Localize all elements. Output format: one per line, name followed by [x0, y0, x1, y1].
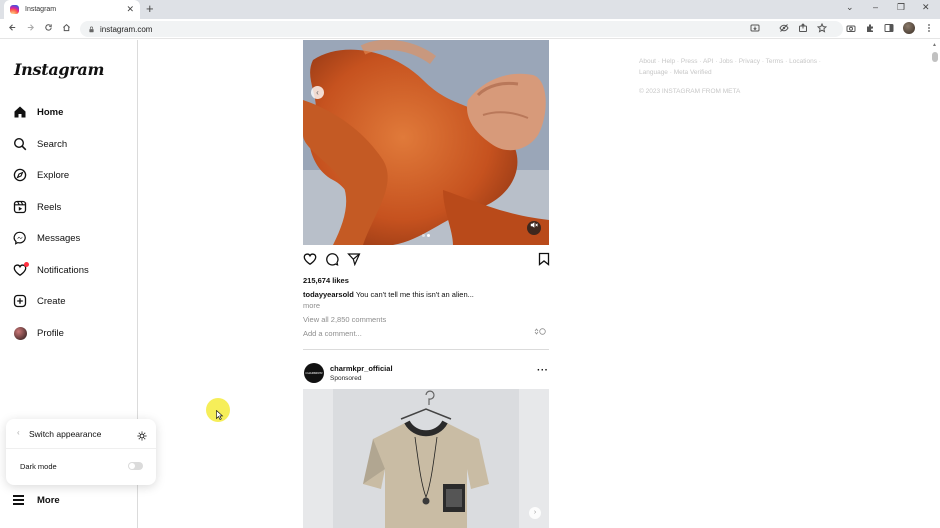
caption-text: You can't tell me this isn't an alien...: [355, 290, 474, 299]
scrollbar-thumb[interactable]: [932, 52, 938, 62]
toolbar-actions: [750, 22, 934, 34]
browser-tab-bar: Instagram ✕ + ⌄ – ❐ ✕: [0, 0, 940, 19]
emoji-icon[interactable]: [534, 328, 546, 337]
carousel-next-button[interactable]: ›: [529, 507, 541, 519]
tab-close-icon[interactable]: ✕: [126, 4, 134, 15]
notification-dot: [24, 262, 29, 267]
carousel-prev-button[interactable]: ‹: [311, 86, 324, 99]
sidebar-item-create[interactable]: Create: [13, 291, 66, 311]
more-options-icon[interactable]: ···: [537, 365, 549, 376]
forward-arrow-icon[interactable]: [21, 23, 39, 35]
caption-username[interactable]: todayyearsold: [303, 290, 354, 299]
more-label: More: [37, 494, 60, 506]
more-menu-button[interactable]: More: [13, 493, 60, 507]
caption-more-link[interactable]: more: [303, 301, 320, 310]
sidebar-item-search[interactable]: Search: [13, 134, 67, 154]
sidebar-item-label: Create: [37, 295, 66, 307]
tshirt-photo: [303, 389, 549, 528]
sidebar-item-home[interactable]: Home: [13, 102, 63, 122]
ad-avatar[interactable]: CHARMKPR: [304, 363, 324, 383]
camera-icon[interactable]: [846, 23, 856, 33]
post-actions: [303, 252, 552, 268]
chevron-left-icon[interactable]: ‹: [17, 428, 20, 437]
comment-icon[interactable]: [325, 252, 339, 266]
avatar: [13, 326, 27, 340]
bookmark-star-icon[interactable]: [816, 22, 828, 33]
save-bookmark-icon[interactable]: [538, 252, 552, 266]
ad-username[interactable]: charmkpr_official: [330, 364, 393, 373]
footer-copyright: © 2023 INSTAGRAM FROM META: [639, 88, 741, 95]
post-divider: [303, 349, 549, 350]
sidebar-item-reels[interactable]: Reels: [13, 197, 61, 217]
site-info-icon[interactable]: [88, 26, 95, 33]
kebab-menu-icon[interactable]: [924, 23, 934, 33]
mouse-cursor-icon: [216, 407, 224, 420]
tab-title: Instagram: [25, 6, 57, 13]
switch-appearance-popup: ‹ Switch appearance Dark mode: [6, 419, 156, 485]
extensions-icon[interactable]: [865, 23, 875, 33]
sidebar-item-explore[interactable]: Explore: [13, 165, 69, 185]
minimize-button[interactable]: –: [873, 2, 878, 12]
search-icon: [13, 137, 27, 151]
hamburger-icon: [13, 493, 27, 507]
address-bar[interactable]: instagram.com: [80, 21, 843, 37]
sidebar-item-label: Notifications: [37, 264, 89, 276]
profile-avatar-browser[interactable]: [903, 22, 915, 34]
share-send-icon[interactable]: [347, 252, 361, 267]
sidebar-item-label: Reels: [37, 201, 62, 213]
dark-mode-toggle[interactable]: [128, 462, 143, 470]
new-tab-button[interactable]: +: [146, 1, 154, 16]
audio-muted-icon[interactable]: [527, 221, 541, 235]
plus-square-icon: [13, 294, 27, 308]
footer-links[interactable]: About · Help · Press · API · Jobs · Priv…: [639, 56, 829, 78]
share-icon[interactable]: [798, 23, 808, 33]
post-image-octopus[interactable]: ‹: [303, 40, 549, 245]
eye-off-icon[interactable]: [779, 23, 789, 33]
home-icon: [13, 105, 27, 119]
comment-input[interactable]: Add a comment...: [303, 329, 362, 338]
sidebar-item-label: Search: [37, 138, 68, 150]
maximize-button[interactable]: ❐: [897, 2, 905, 13]
like-heart-icon[interactable]: [303, 252, 317, 266]
install-app-icon[interactable]: [750, 23, 760, 33]
likes-count[interactable]: 215,674 likes: [303, 276, 349, 285]
sidebar-item-messages[interactable]: Messages: [13, 228, 80, 248]
reels-icon: [13, 200, 27, 214]
page-scrollbar[interactable]: ▲: [930, 40, 940, 528]
scroll-up-arrow-icon[interactable]: ▲: [932, 42, 937, 48]
heart-icon: [13, 262, 29, 277]
post-caption: todayyearsold You can't tell me this isn…: [303, 290, 474, 299]
side-panel-icon[interactable]: [884, 23, 894, 33]
messenger-icon: [13, 231, 27, 245]
sidebar-item-label: Explore: [37, 169, 70, 181]
popup-title: Switch appearance: [29, 429, 102, 439]
home-browser-icon[interactable]: [57, 23, 75, 35]
close-window-button[interactable]: ✕: [922, 2, 930, 13]
sidebar-item-label: Home: [37, 106, 64, 118]
url-text[interactable]: instagram.com: [100, 25, 152, 34]
browser-toolbar: instagram.com: [0, 19, 940, 39]
reload-icon[interactable]: [39, 23, 57, 35]
dark-mode-label: Dark mode: [20, 462, 57, 471]
carousel-dots: [422, 234, 430, 237]
sidebar-item-profile[interactable]: Profile: [13, 323, 64, 343]
tab-search-icon[interactable]: ⌄: [846, 2, 854, 13]
sidebar-item-label: Profile: [37, 327, 64, 339]
view-comments-link[interactable]: View all 2,850 comments: [303, 315, 386, 324]
octopus-photo: [303, 40, 549, 245]
instagram-logo[interactable]: Instagram: [14, 60, 104, 79]
divider: [6, 448, 156, 449]
sidebar-item-notifications[interactable]: Notifications: [13, 260, 89, 280]
ad-image-tshirt[interactable]: ›: [303, 389, 549, 528]
instagram-favicon: [10, 5, 19, 14]
sun-icon: [137, 428, 147, 441]
browser-tab[interactable]: Instagram ✕: [4, 0, 140, 19]
back-arrow-icon[interactable]: [3, 23, 21, 35]
compass-icon: [13, 168, 27, 182]
sponsored-label[interactable]: Sponsored: [330, 375, 361, 382]
sidebar-item-label: Messages: [37, 232, 81, 244]
